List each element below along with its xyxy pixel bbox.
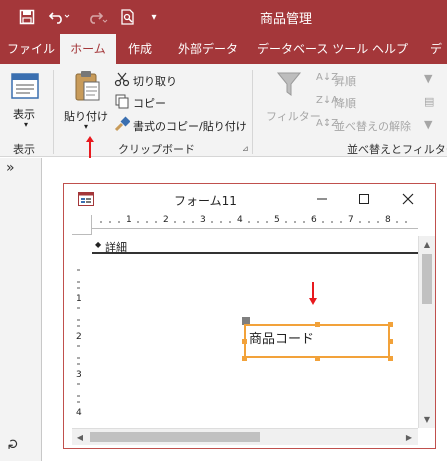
ruler-number: 1 [126,215,132,225]
scroll-right-icon[interactable]: ▶ [401,429,417,445]
resize-handle[interactable] [315,356,320,361]
clipboard-group-label: クリップボード [118,143,195,156]
paste-dropdown-icon[interactable]: ▾ [84,122,88,131]
print-preview-icon[interactable] [116,0,140,34]
tab-home[interactable]: ホーム [60,34,116,64]
ribbon: 表示 ▾ 表示 貼り付け ▾ 切り取り コピー 書式のコピー/貼り付け クリップ… [0,64,447,157]
annotation-arrow-up-icon [86,136,94,158]
format-painter-button[interactable]: 書式のコピー/貼り付け [133,118,247,134]
navigation-pane: » ↻ [0,158,42,461]
resize-handle[interactable] [242,356,247,361]
save-icon[interactable] [14,0,40,34]
tab-design-partial[interactable]: デ [430,34,442,64]
clear-sort-button[interactable]: 並べ替えの解除 [334,118,411,134]
view-group-label: 表示 [13,143,35,156]
filter-button[interactable]: フィルター [266,108,321,124]
vertical-scroll-thumb[interactable] [422,254,432,304]
sort-descending-button[interactable]: 降順 [334,95,356,111]
section-collapse-icon: ◆ [95,240,102,249]
advanced-filter-icon[interactable]: ▤ [424,95,434,108]
scroll-down-icon[interactable]: ▼ [419,411,435,427]
resize-handle[interactable] [242,339,247,344]
scroll-left-icon[interactable]: ◀ [72,429,88,445]
ruler-number: 4 [237,215,243,225]
separator [252,70,253,154]
horizontal-scroll-thumb[interactable] [90,432,260,442]
title-bar: ▾ 商品管理 [0,0,447,34]
resize-handle[interactable] [388,339,393,344]
filter-icon[interactable] [276,70,302,98]
sort-ascending-button[interactable]: 昇順 [334,73,356,89]
cut-button[interactable]: 切り取り [133,73,177,89]
minimize-button[interactable] [304,186,340,212]
tab-create[interactable]: 作成 [128,34,152,64]
tab-file[interactable]: ファイル [7,34,55,64]
horizontal-ruler: 1 2 3 4 5 6 7 8 [92,215,418,229]
cut-icon [114,71,130,87]
ruler-number: 2 [76,332,82,342]
detail-section-label: 詳細 [105,241,127,254]
separator [53,70,54,154]
clipboard-launcher-icon[interactable]: ⊿ [242,144,249,153]
scroll-up-icon[interactable]: ▲ [419,236,435,252]
ruler-number: 1 [76,294,82,304]
form-title: フォーム11 [174,194,237,208]
tab-help[interactable]: ヘルプ [372,34,408,64]
ribbon-tabs: ファイル ホーム 作成 外部データ データベース ツール ヘルプ デ [0,34,447,64]
form-window: フォーム11 1 2 3 4 5 6 7 8 1 2 3 4 ◆ 詳細 商品コー… [63,183,436,449]
form-icon [78,192,94,206]
ruler-number: 7 [348,215,354,225]
view-dropdown-icon[interactable]: ▾ [24,120,28,129]
navpane-toggle-button[interactable]: » [6,160,15,176]
horizontal-scrollbar[interactable]: ◀ ▶ [72,428,418,445]
format-painter-icon [114,116,131,132]
maximize-button[interactable] [346,186,382,212]
resize-handle[interactable] [388,322,393,327]
navpane-vertical-icon[interactable]: ↻ [6,438,22,450]
tab-database-tools[interactable]: データベース ツール [257,34,368,64]
ruler-number: 8 [385,215,391,225]
redo-icon[interactable] [82,0,112,34]
label-control[interactable]: 商品コード [244,324,390,358]
ruler-number: 4 [76,408,82,418]
resize-handle[interactable] [388,356,393,361]
toggle-filter-icon[interactable]: ▼ [424,118,432,131]
tab-external-data[interactable]: 外部データ [178,34,238,64]
vertical-ruler: 1 2 3 4 [72,236,92,436]
form-title-bar: フォーム11 [64,184,435,214]
paste-icon[interactable] [73,70,101,102]
sort-filter-group-label: 並べ替えとフィルター [347,143,447,156]
detail-section-header[interactable]: ◆ 詳細 [92,236,418,254]
label-control-text: 商品コード [249,332,315,347]
close-button[interactable] [390,186,426,212]
ruler-number: 3 [200,215,206,225]
copy-icon [114,93,130,109]
undo-icon[interactable] [44,0,74,34]
ruler-number: 5 [274,215,280,225]
ruler-corner[interactable] [72,215,92,235]
annotation-arrow-down-icon [309,282,317,305]
copy-button[interactable]: コピー [133,95,166,111]
resize-handle[interactable] [315,322,320,327]
selection-filter-icon[interactable]: ▼ [424,72,432,85]
app-title: 商品管理 [260,12,313,27]
ruler-number: 6 [311,215,317,225]
view-icon[interactable] [10,72,44,102]
ruler-number: 2 [163,215,169,225]
ruler-number: 3 [76,370,82,380]
vertical-scrollbar[interactable]: ▲ ▼ [418,236,435,428]
customize-qat-icon[interactable]: ▾ [144,0,164,34]
